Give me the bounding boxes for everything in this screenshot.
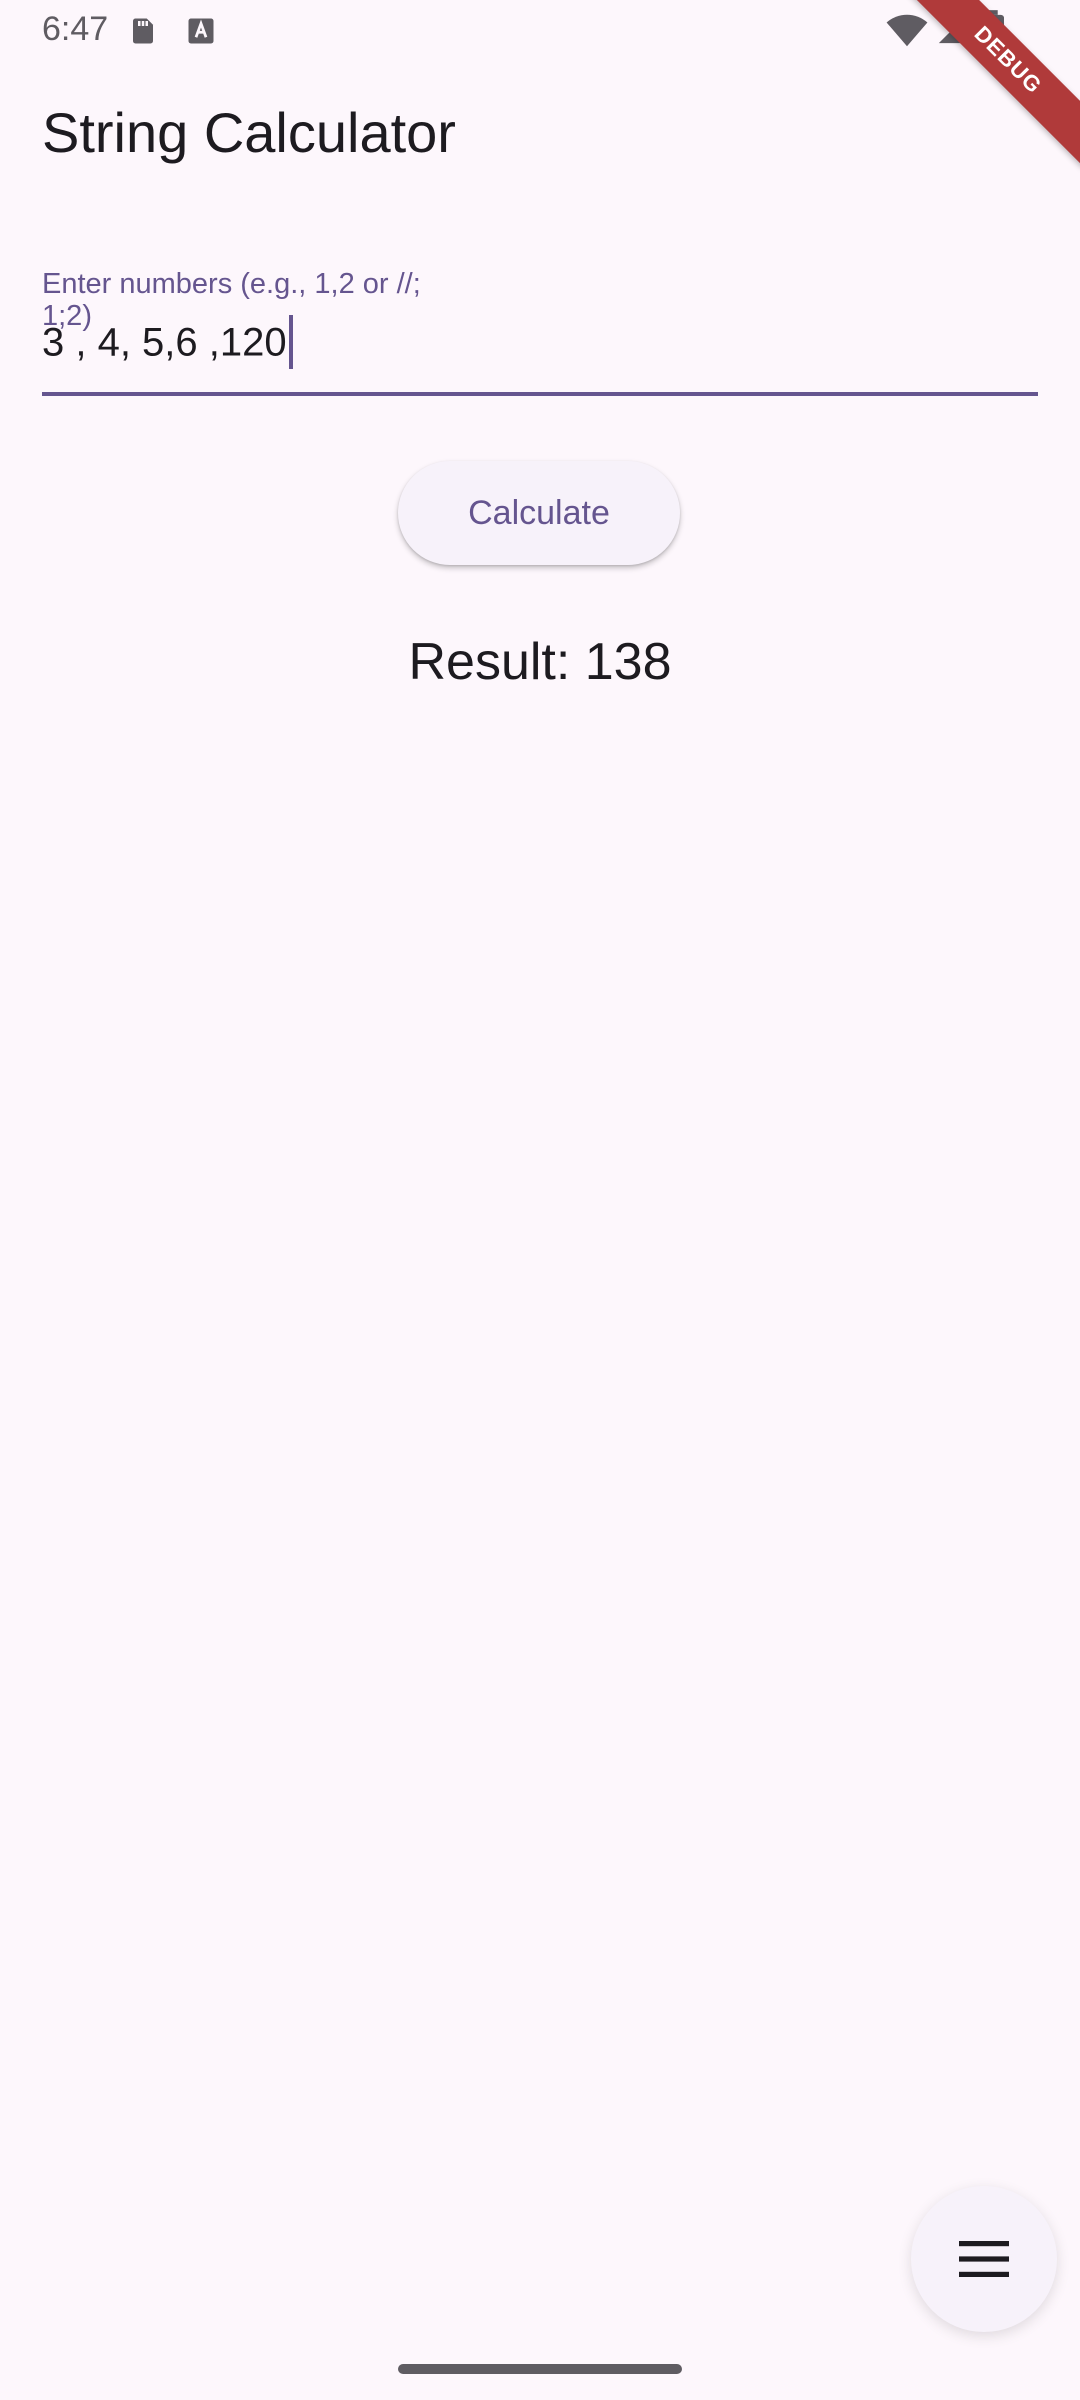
- menu-icon: [959, 2241, 1009, 2277]
- page-title: String Calculator: [42, 101, 456, 164]
- input-underline: [42, 392, 1038, 396]
- sd-card-icon: [133, 18, 153, 44]
- text-cursor: [288, 315, 293, 369]
- home-indicator[interactable]: [398, 2364, 682, 2374]
- result-text: Result: 138: [408, 633, 672, 691]
- status-bar: 6:47: [0, 0, 1080, 64]
- menu-fab-button[interactable]: [911, 2186, 1057, 2332]
- numbers-input-value[interactable]: 3 , 4, 5,6 ,120: [42, 315, 293, 372]
- calculate-button[interactable]: Calculate: [398, 461, 680, 565]
- numbers-input-field[interactable]: Enter numbers (e.g., 1,2 or //; 1;2) 3 ,…: [42, 268, 1038, 396]
- a-keyboard-icon: [188, 18, 214, 44]
- status-time: 6:47: [42, 10, 109, 48]
- wifi-icon: [886, 14, 928, 47]
